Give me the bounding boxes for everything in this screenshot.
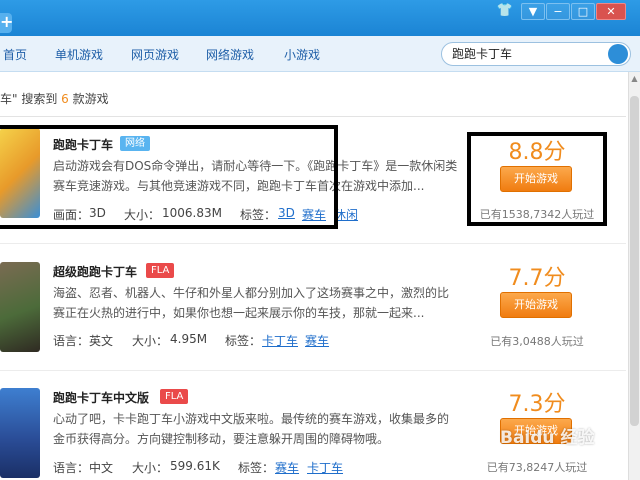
nav-item-home[interactable]: 首页 <box>3 46 27 63</box>
nav-item-mini-games[interactable]: 小游戏 <box>284 46 320 63</box>
nav-item-online-games[interactable]: 网络游戏 <box>206 46 254 63</box>
annotation-box <box>0 125 338 229</box>
language-label: 语言： <box>53 334 90 348</box>
add-tab-button[interactable]: + <box>0 13 13 33</box>
category-badge: FLA <box>160 389 189 404</box>
game-thumbnail[interactable] <box>0 262 40 352</box>
result-summary: 车" 搜索到 6 款游戏 <box>0 90 109 107</box>
nav-item-single-player[interactable]: 单机游戏 <box>55 46 103 63</box>
language-value: 英文 <box>89 334 114 348</box>
play-count: 已有73,8247人玩过 <box>486 461 588 474</box>
size-label: 大小： <box>132 334 169 348</box>
game-score: 7.3分 <box>508 392 566 417</box>
scrollbar-thumb[interactable] <box>630 96 639 426</box>
play-count: 已有3,0488人玩过 <box>490 335 584 348</box>
minimize-button[interactable]: − <box>546 3 570 20</box>
tag-link[interactable]: 赛车 <box>275 459 299 476</box>
language-value: 中文 <box>89 461 114 475</box>
game-thumbnail[interactable] <box>0 388 40 478</box>
divider <box>0 116 626 117</box>
skin-icon[interactable]: 👕 <box>496 3 514 19</box>
search-text: 跑跑卡丁车 <box>452 47 513 61</box>
maximize-button[interactable]: □ <box>571 3 595 20</box>
title-bar: + 👕 ▼ − □ ✕ <box>0 0 640 36</box>
tag-link[interactable]: 赛车 <box>305 332 329 349</box>
annotation-box <box>467 132 607 226</box>
scroll-up-icon[interactable]: ▲ <box>630 74 639 83</box>
language-label: 语言： <box>53 461 90 475</box>
game-description: 海盗、忍者、机器人、牛仔和外星人都分别加入了这场赛事之中，激烈的比赛正在火热的进… <box>53 286 450 320</box>
size-value: 599.61K <box>170 459 220 473</box>
game-score: 7.7分 <box>508 266 566 291</box>
baidu-watermark: Baidu 经验 <box>500 428 595 448</box>
category-badge: FLA <box>146 263 175 278</box>
menu-button[interactable]: ▼ <box>521 3 545 20</box>
size-value: 4.95M <box>170 332 208 346</box>
result-suffix: 款游戏 <box>68 92 109 106</box>
nav-item-web-games[interactable]: 网页游戏 <box>131 46 179 63</box>
game-title[interactable]: 跑跑卡丁车中文版 <box>53 389 149 406</box>
size-label: 大小： <box>132 461 169 475</box>
result-prefix: 车" 搜索到 <box>0 92 62 106</box>
tags-label: 标签： <box>238 461 275 475</box>
card-divider <box>0 370 626 371</box>
close-button[interactable]: ✕ <box>596 3 626 20</box>
card-divider <box>0 243 626 244</box>
start-game-button[interactable]: 开始游戏 <box>500 292 572 318</box>
tags-label: 标签： <box>225 334 262 348</box>
tag-link[interactable]: 卡丁车 <box>307 459 343 476</box>
game-description: 心动了吧，卡卡跑丁车小游戏中文版来啦。最传统的赛车游戏，收集最多的金币获得高分。… <box>53 412 450 446</box>
tag-link[interactable]: 卡丁车 <box>262 332 298 349</box>
search-icon[interactable] <box>608 44 628 64</box>
search-input[interactable]: 跑跑卡丁车 <box>441 42 631 66</box>
game-title[interactable]: 超级跑跑卡丁车 <box>53 263 137 280</box>
result-count: 6 <box>61 92 69 106</box>
